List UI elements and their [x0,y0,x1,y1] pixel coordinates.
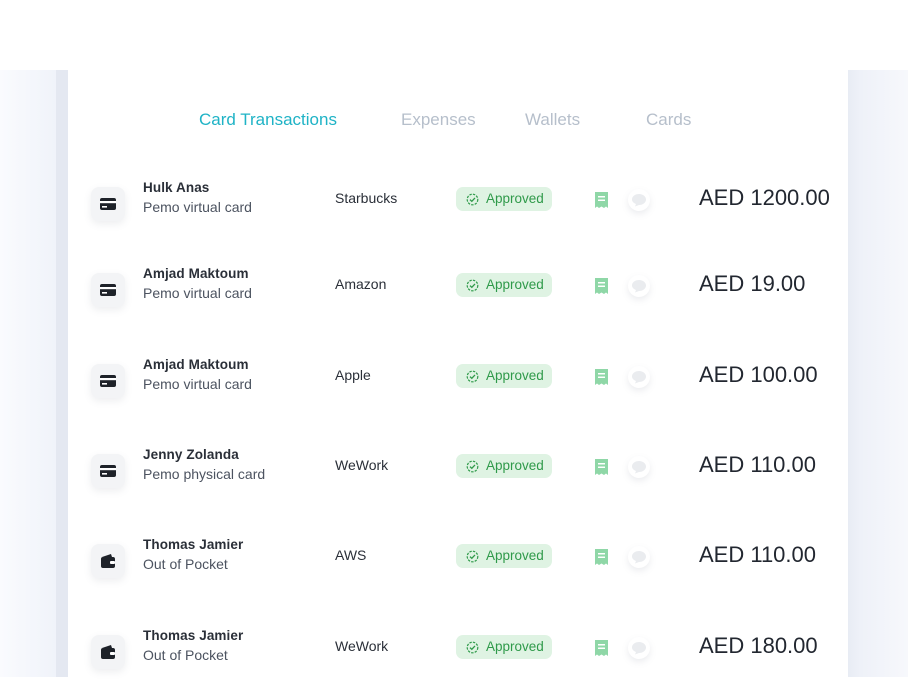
receipt-icon[interactable] [594,368,609,386]
merchant-name: Starbucks [335,190,398,206]
receipt-icon[interactable] [594,191,609,209]
credit-card-icon [91,273,125,307]
status-badge: Approved [456,635,552,659]
comment-icon[interactable] [628,637,650,659]
check-circle-icon [466,550,479,562]
card-source: Pemo virtual card [143,285,252,301]
card-source: Pemo virtual card [143,376,252,392]
comment-icon[interactable] [628,456,650,478]
transaction-row[interactable]: Hulk Anas Pemo virtual card Starbucks Ap… [68,180,848,237]
transaction-amount: AED 100.00 [699,362,818,387]
background-right [848,70,908,677]
merchant-name: AWS [335,547,367,563]
merchant-name: WeWork [335,638,389,654]
panel-frame-left [56,70,68,677]
tab-bar: Card Transactions Expenses Wallets Cards [68,109,848,133]
receipt-icon[interactable] [594,639,609,657]
cardholder-name: Amjad Maktoum [143,357,249,372]
receipt-icon[interactable] [594,458,609,476]
wallet-icon [91,544,125,578]
credit-card-icon [91,454,125,488]
transactions-panel: Card Transactions Expenses Wallets Cards… [68,70,848,677]
comment-icon[interactable] [628,189,650,211]
wallet-icon [91,635,125,669]
transaction-row[interactable]: Thomas Jamier Out of Pocket AWS Approved… [68,537,848,594]
transaction-row[interactable]: Jenny Zolanda Pemo physical card WeWork … [68,447,848,504]
status-label: Approved [486,458,544,473]
cardholder-name: Amjad Maktoum [143,266,249,281]
comment-icon[interactable] [628,546,650,568]
background-left [0,70,56,677]
comment-icon[interactable] [628,275,650,297]
receipt-icon[interactable] [594,277,609,295]
merchant-name: Amazon [335,276,387,292]
transaction-amount: AED 19.00 [699,271,806,296]
status-label: Approved [486,548,544,563]
cardholder-name: Thomas Jamier [143,537,244,552]
comment-icon[interactable] [628,366,650,388]
transaction-amount: AED 110.00 [699,452,817,477]
check-circle-icon [466,279,479,291]
credit-card-icon [91,187,125,221]
status-badge: Approved [456,544,552,568]
merchant-name: Apple [335,367,371,383]
tab-cards[interactable]: Cards [646,109,691,131]
tab-wallets[interactable]: Wallets [525,109,580,131]
transaction-row[interactable]: Amjad Maktoum Pemo virtual card Amazon A… [68,266,848,323]
transaction-amount: AED 1200.00 [699,185,830,210]
status-label: Approved [486,191,544,206]
status-badge: Approved [456,364,552,388]
transaction-amount: AED 110.00 [699,542,817,567]
status-badge: Approved [456,273,552,297]
transaction-row[interactable]: Amjad Maktoum Pemo virtual card Apple Ap… [68,357,848,414]
check-circle-icon [466,641,479,653]
tab-card-transactions[interactable]: Card Transactions [199,109,337,131]
merchant-name: WeWork [335,457,389,473]
check-circle-icon [466,460,479,472]
credit-card-icon [91,364,125,398]
tab-expenses[interactable]: Expenses [401,109,476,131]
transaction-amount: AED 180.00 [699,633,818,658]
status-label: Approved [486,277,544,292]
status-label: Approved [486,368,544,383]
check-circle-icon [466,370,479,382]
card-source: Out of Pocket [143,556,228,572]
cardholder-name: Hulk Anas [143,180,210,195]
status-badge: Approved [456,187,552,211]
cardholder-name: Thomas Jamier [143,628,244,643]
transaction-row[interactable]: Thomas Jamier Out of Pocket WeWork Appro… [68,628,848,685]
status-badge: Approved [456,454,552,478]
check-circle-icon [466,193,479,205]
receipt-icon[interactable] [594,548,609,566]
card-source: Pemo physical card [143,466,266,482]
card-source: Out of Pocket [143,647,228,663]
cardholder-name: Jenny Zolanda [143,447,239,462]
status-label: Approved [486,639,544,654]
card-source: Pemo virtual card [143,199,252,215]
